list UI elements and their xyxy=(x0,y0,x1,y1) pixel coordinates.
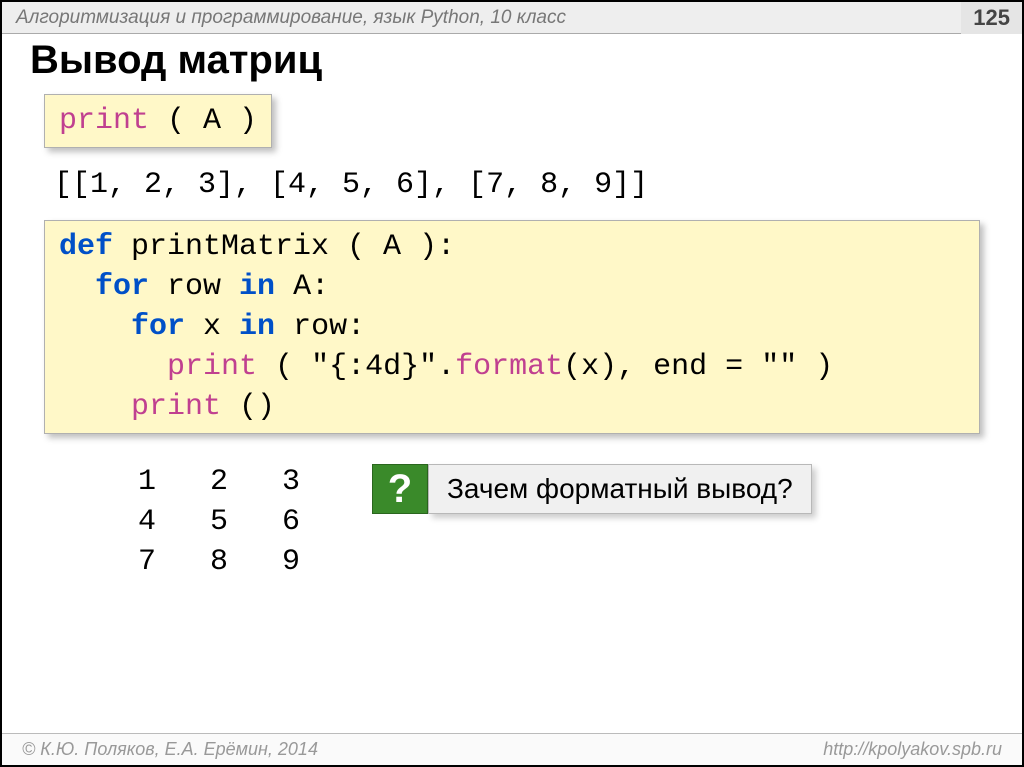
token: ) xyxy=(797,350,833,384)
token: = xyxy=(707,350,761,384)
token: x xyxy=(185,310,239,344)
token-print: print xyxy=(131,390,221,424)
matrix-output: 1 2 3 4 5 6 7 8 9 xyxy=(102,462,300,582)
kw-for: for xyxy=(131,310,185,344)
token-str: "" xyxy=(761,350,797,384)
token: A: xyxy=(275,270,329,304)
token: . xyxy=(437,350,455,384)
token-format: format xyxy=(455,350,563,384)
token: (x), end xyxy=(563,350,707,384)
kw-for: for xyxy=(95,270,149,304)
question-text: Зачем форматный вывод? xyxy=(428,464,812,514)
kw-in: in xyxy=(239,310,275,344)
token: row: xyxy=(275,310,365,344)
token: () xyxy=(221,390,275,424)
code-printmatrix: def printMatrix ( A ): for row in A: for… xyxy=(44,220,980,434)
question-icon: ? xyxy=(372,464,428,514)
body: print ( A ) [[1, 2, 3], [4, 5, 6], [7, 8… xyxy=(44,94,980,448)
kw-in: in xyxy=(239,270,275,304)
token-arg: A xyxy=(203,104,221,138)
footer-url: http://kpolyakov.spb.ru xyxy=(823,739,1002,760)
token-print: print xyxy=(167,350,257,384)
token: row xyxy=(149,270,239,304)
question-callout: ? Зачем форматный вывод? xyxy=(372,464,812,514)
code-print-a: print ( A ) xyxy=(44,94,272,148)
footer-copyright: © К.Ю. Поляков, Е.А. Ерёмин, 2014 xyxy=(22,739,318,760)
token-name: printMatrix ( A ): xyxy=(113,230,455,264)
page-title: Вывод матриц xyxy=(30,38,322,83)
breadcrumb: Алгоритмизация и программирование, язык … xyxy=(16,7,566,29)
token: ( xyxy=(257,350,311,384)
token-paren: ( xyxy=(149,104,203,138)
footer-bar: © К.Ю. Поляков, Е.А. Ерёмин, 2014 http:/… xyxy=(2,733,1022,765)
header-bar: Алгоритмизация и программирование, язык … xyxy=(2,2,1022,34)
token-print: print xyxy=(59,104,149,138)
raw-list-output: [[1, 2, 3], [4, 5, 6], [7, 8, 9]] xyxy=(54,166,980,204)
kw-def: def xyxy=(59,230,113,264)
token-str: "{:4d}" xyxy=(311,350,437,384)
page-number: 125 xyxy=(961,2,1022,34)
token-paren: ) xyxy=(221,104,257,138)
slide: Алгоритмизация и программирование, язык … xyxy=(0,0,1024,767)
